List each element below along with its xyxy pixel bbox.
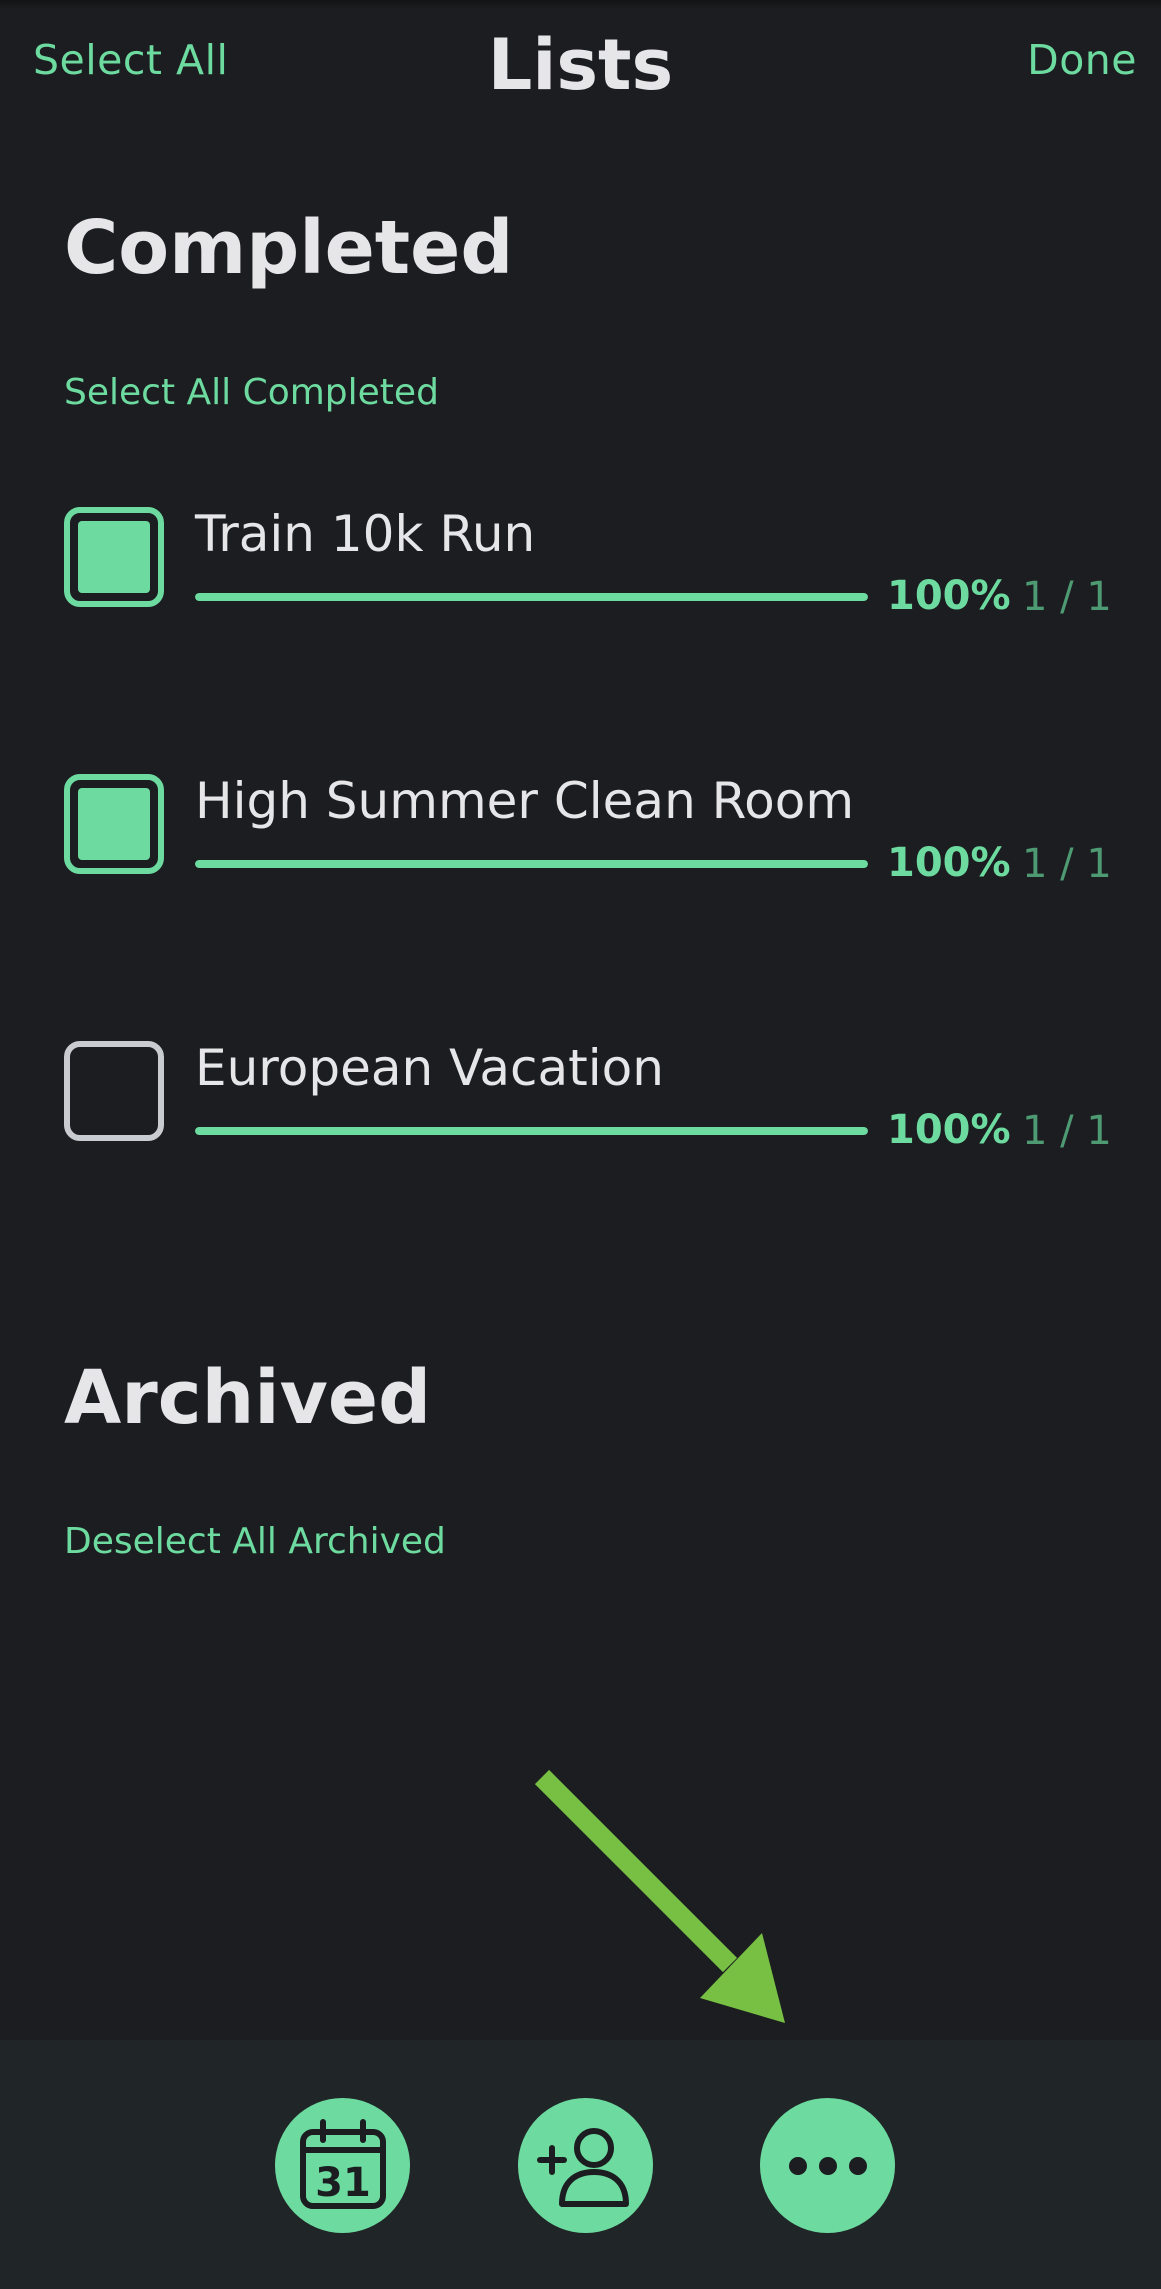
section-title-archived: Archived bbox=[64, 1355, 432, 1441]
calendar-icon: 31 bbox=[299, 2118, 386, 2209]
status-strip bbox=[0, 0, 1161, 10]
bottom-toolbar: 31 bbox=[0, 2040, 1161, 2289]
list-item-title: High Summer Clean Room bbox=[195, 772, 855, 830]
progress-percent: 100% bbox=[887, 840, 1011, 886]
checkbox-unchecked[interactable] bbox=[64, 1041, 164, 1141]
page-title: Lists bbox=[487, 24, 674, 106]
list-item[interactable]: Train 10k Run 100% 1 / 1 bbox=[0, 505, 1161, 620]
progress-percent: 100% bbox=[887, 1107, 1011, 1153]
calendar-button[interactable]: 31 bbox=[275, 2098, 410, 2233]
list-item-title: Train 10k Run bbox=[195, 505, 536, 563]
list-item-title: European Vacation bbox=[195, 1039, 664, 1097]
progress-bar bbox=[195, 860, 868, 868]
list-item[interactable]: High Summer Clean Room 100% 1 / 1 bbox=[0, 772, 1161, 887]
add-person-button[interactable] bbox=[518, 2098, 653, 2233]
more-options-button[interactable] bbox=[760, 2098, 895, 2233]
annotation-arrow-icon bbox=[534, 1769, 785, 2023]
select-all-completed-button[interactable]: Select All Completed bbox=[64, 372, 439, 413]
calendar-day-label: 31 bbox=[315, 2160, 371, 2206]
progress-bar bbox=[195, 1127, 868, 1135]
add-person-icon bbox=[536, 2127, 629, 2207]
section-title-completed: Completed bbox=[64, 205, 514, 291]
done-button[interactable]: Done bbox=[1027, 36, 1137, 84]
progress-ratio: 1 / 1 bbox=[1022, 841, 1112, 887]
progress-bar bbox=[195, 593, 868, 601]
more-icon bbox=[788, 2156, 867, 2175]
progress-ratio: 1 / 1 bbox=[1022, 1108, 1112, 1154]
list-item[interactable]: European Vacation 100% 1 / 1 bbox=[0, 1039, 1161, 1154]
progress-percent: 100% bbox=[887, 573, 1011, 619]
deselect-all-archived-button[interactable]: Deselect All Archived bbox=[64, 1521, 446, 1562]
checkbox-checked[interactable] bbox=[64, 507, 164, 607]
progress-ratio: 1 / 1 bbox=[1022, 574, 1112, 620]
checkbox-checked[interactable] bbox=[64, 774, 164, 874]
